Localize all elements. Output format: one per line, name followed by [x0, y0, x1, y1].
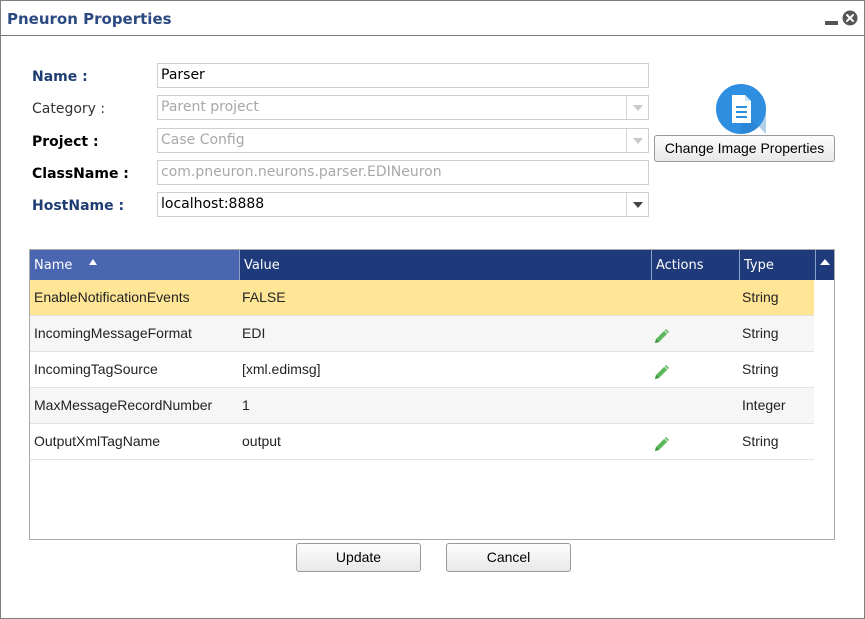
row-value: [xml.edimsg] — [242, 361, 321, 377]
category-select: Parent project — [157, 95, 649, 120]
table-row[interactable]: IncomingMessageFormat EDI String — [30, 316, 814, 352]
row-name: MaxMessageRecordNumber — [34, 397, 213, 413]
row-value: FALSE — [242, 289, 286, 305]
scroll-up-icon[interactable] — [816, 250, 834, 280]
classname-label: ClassName : — [32, 166, 129, 182]
chevron-down-icon — [626, 129, 648, 152]
row-name: EnableNotificationEvents — [34, 289, 190, 305]
name-input[interactable] — [157, 63, 649, 88]
update-button[interactable]: Update — [296, 543, 421, 572]
pencil-icon[interactable] — [652, 432, 672, 452]
project-select: Case Config — [157, 128, 649, 153]
close-icon[interactable] — [842, 10, 858, 26]
properties-dialog: Pneuron Properties Name : Category : Pro… — [0, 0, 865, 619]
column-header-type-label: Type — [744, 258, 774, 273]
cancel-button[interactable]: Cancel — [446, 543, 571, 572]
sort-ascending-icon — [89, 259, 97, 265]
column-header-actions-label: Actions — [656, 258, 704, 273]
column-header-value[interactable]: Value — [240, 250, 652, 280]
table-row[interactable]: IncomingTagSource [xml.edimsg] String — [30, 352, 814, 388]
grid-header: Name Value Actions Type — [30, 250, 834, 280]
row-value: output — [242, 433, 281, 449]
change-image-properties-button[interactable]: Change Image Properties — [654, 135, 835, 162]
column-header-type[interactable]: Type — [740, 250, 816, 280]
column-header-value-label: Value — [244, 258, 280, 273]
row-name: OutputXmlTagName — [34, 433, 161, 449]
minimize-icon[interactable] — [824, 10, 840, 26]
category-value: Parent project — [161, 99, 259, 115]
name-input-text[interactable] — [161, 64, 621, 87]
table-row[interactable]: MaxMessageRecordNumber 1 Integer — [30, 388, 814, 424]
column-header-name-label: Name — [34, 258, 73, 273]
row-type: String — [742, 325, 779, 341]
row-type: String — [742, 289, 779, 305]
row-value: EDI — [242, 325, 266, 341]
row-name: IncomingMessageFormat — [34, 325, 192, 341]
hostname-value: localhost:8888 — [161, 196, 265, 212]
table-row[interactable]: EnableNotificationEvents FALSE String — [30, 280, 814, 316]
row-type: String — [742, 361, 779, 377]
category-label: Category : — [32, 101, 106, 117]
chevron-down-icon[interactable] — [626, 193, 648, 216]
chevron-down-icon — [626, 96, 648, 119]
classname-value: com.pneuron.neurons.parser.EDINeuron — [161, 164, 442, 180]
column-header-actions[interactable]: Actions — [652, 250, 740, 280]
hostname-label: HostName : — [32, 198, 125, 214]
dialog-title: Pneuron Properties — [7, 10, 172, 28]
name-label: Name : — [32, 69, 88, 85]
row-type: String — [742, 433, 779, 449]
title-bar: Pneuron Properties — [1, 1, 864, 36]
document-icon — [715, 83, 767, 135]
row-type: Integer — [742, 397, 786, 413]
pencil-icon[interactable] — [652, 324, 672, 344]
pencil-icon[interactable] — [652, 360, 672, 380]
row-value: 1 — [242, 397, 250, 413]
hostname-select[interactable]: localhost:8888 — [157, 192, 649, 217]
project-value: Case Config — [161, 132, 245, 148]
properties-grid: Name Value Actions Type EnableNotificati… — [29, 249, 835, 540]
classname-field: com.pneuron.neurons.parser.EDINeuron — [157, 160, 649, 185]
row-name: IncomingTagSource — [34, 361, 158, 377]
column-header-name[interactable]: Name — [30, 250, 240, 280]
table-row[interactable]: OutputXmlTagName output String — [30, 424, 814, 460]
project-label: Project : — [32, 134, 99, 150]
